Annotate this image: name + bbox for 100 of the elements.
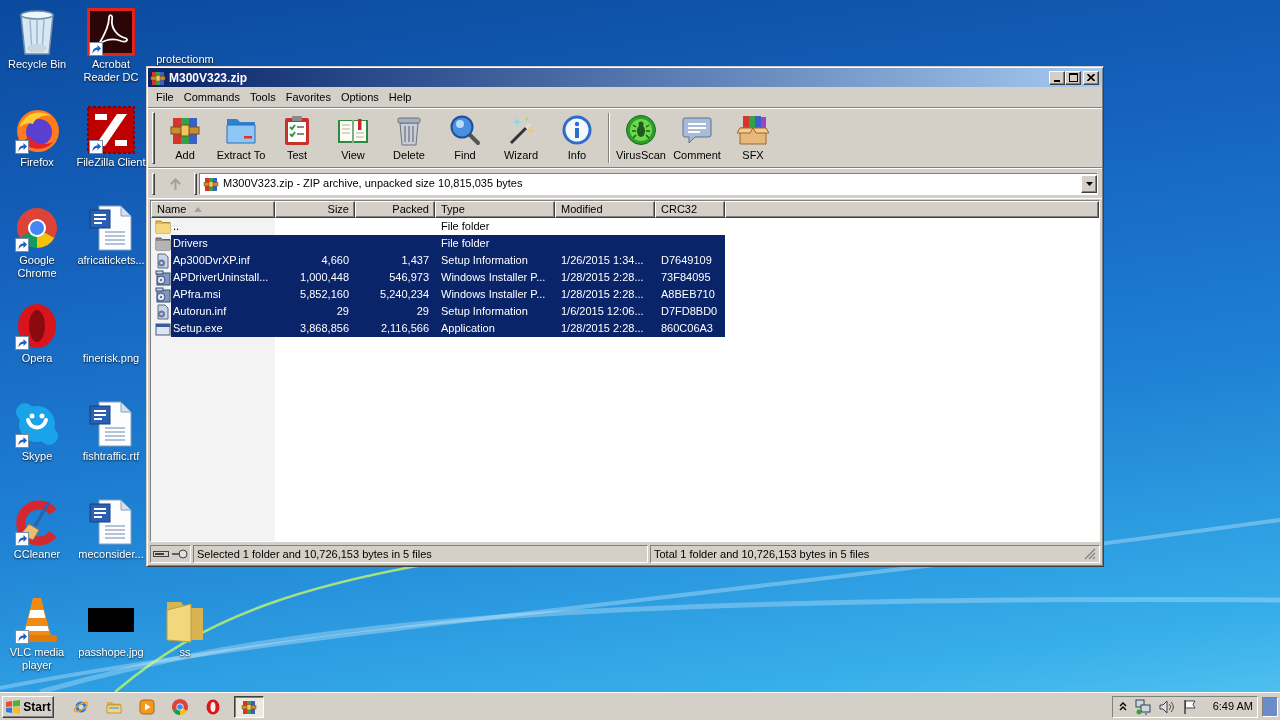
desktop-icon-label[interactable]: Google Chrome: [1, 254, 73, 280]
start-button[interactable]: Start: [2, 695, 54, 718]
toolbar-button[interactable]: View: [325, 110, 381, 166]
file-row[interactable]: APfra.msi 5,852,160 5,240,234 Windows Installer P... 1/28/2015 2:28... A8BEB710: [171, 286, 725, 303]
address-field[interactable]: M300V323.zip - ZIP archive, unpacked size 10,815,035 bytes: [199, 172, 1098, 195]
column-header[interactable]: Packed: [355, 201, 435, 218]
table-cell-text: 1/6/2015 12:06...: [560, 304, 645, 319]
toolbar-button[interactable]: Find: [437, 110, 493, 166]
toolbar-grip[interactable]: [152, 112, 155, 164]
column-header[interactable]: Name: [151, 201, 275, 218]
column-header[interactable]: Size: [275, 201, 355, 218]
menu-item[interactable]: Favorites: [280, 89, 336, 105]
close-button[interactable]: [1083, 70, 1099, 85]
play-icon[interactable]: [138, 698, 155, 715]
toolbar-button[interactable]: Test: [269, 110, 325, 166]
archive-icon: [203, 175, 219, 192]
table-cell-text: 29: [415, 304, 430, 319]
ring-icon[interactable]: [204, 698, 221, 715]
desktop-icon-label[interactable]: Skype: [1, 450, 73, 463]
file-row[interactable]: APDriverUninstall... 1,000,448 546,973 Windows Installer P... 1/28/2015 2:28... 73F84095: [171, 269, 725, 286]
taskbar-button[interactable]: [234, 695, 264, 718]
pdf-reader-icon[interactable]: [87, 8, 135, 56]
file-row[interactable]: Autorun.inf 29 29 Setup Information 1/6/2015 12:06... D7FD8BD0: [171, 303, 725, 320]
menu-item[interactable]: File: [151, 89, 179, 105]
toolbar-button[interactable]: Info: [549, 110, 605, 166]
installer-icon: [155, 269, 171, 286]
gear-document-icon: [155, 303, 171, 320]
column-header[interactable]: Modified: [555, 201, 655, 218]
table-cell-text: 29: [335, 304, 350, 319]
maximize-button[interactable]: [1065, 70, 1081, 85]
file-row[interactable]: Drivers File folder: [171, 235, 725, 252]
books-stack-icon: [241, 698, 257, 715]
table-cell-text: Setup.exe: [172, 321, 224, 336]
folder-icon: [155, 235, 171, 252]
toolbar-grip[interactable]: [152, 172, 155, 195]
table-cell-text: APfra.msi: [172, 287, 222, 302]
status-text: Selected 1 folder and 10,726,153 bytes in 5 files: [197, 546, 432, 562]
file-row[interactable]: .. File folder: [171, 218, 725, 235]
show-desktop-button[interactable]: [1262, 696, 1278, 717]
browser-circle-icon[interactable]: [171, 698, 188, 715]
network-icon[interactable]: [1134, 698, 1151, 715]
desktop-icon-label[interactable]: Recycle Bin: [1, 58, 73, 71]
document-icon[interactable]: [87, 204, 135, 252]
toolbar-button[interactable]: Comment: [669, 110, 725, 166]
table-cell-text: D7FD8BD0: [660, 304, 719, 319]
dropdown-button[interactable]: [1081, 174, 1097, 193]
table-cell-text: 5,240,234: [379, 287, 430, 302]
document-icon[interactable]: [87, 400, 135, 448]
table-cell-text: 1,437: [400, 253, 430, 268]
toolbar-button[interactable]: Wizard: [493, 110, 549, 166]
menu-item[interactable]: Options: [335, 89, 384, 105]
desktop-icon-label[interactable]: protectionm: [149, 53, 221, 66]
image-thumbnail[interactable]: [88, 608, 134, 632]
table-cell-text: 546,973: [388, 270, 430, 285]
menu-item[interactable]: Help: [383, 89, 417, 105]
flag-icon[interactable]: [1182, 698, 1197, 715]
table-cell-text: 1,000,448: [299, 270, 350, 285]
table-cell-text: 3,868,856: [299, 321, 350, 336]
table-cell-text: Application: [440, 321, 496, 336]
menu-item[interactable]: Tools: [245, 89, 281, 105]
table-cell-text: Setup Information: [440, 253, 529, 268]
desktop-icon-label[interactable]: Opera: [1, 352, 73, 365]
folder-icon: [155, 218, 171, 235]
toolbar-button[interactable]: Add: [157, 110, 213, 166]
column-header[interactable]: Type: [435, 201, 555, 218]
toolbar-button[interactable]: Delete: [381, 110, 437, 166]
desktop-icon-label[interactable]: meconsider...: [75, 548, 147, 561]
table-cell-text: Drivers: [172, 236, 209, 251]
document-icon[interactable]: [87, 498, 135, 546]
file-row[interactable]: Ap300DvrXP.inf 4,660 1,437 Setup Information 1/26/2015 1:34... D7649109: [171, 252, 725, 269]
toolbar-button[interactable]: SFX: [725, 110, 781, 166]
table-cell-text: File folder: [440, 219, 491, 234]
speech-bubble-icon: [681, 114, 713, 146]
minimize-button[interactable]: [1049, 70, 1065, 85]
minimize-icon: [1054, 79, 1060, 82]
menu-item[interactable]: Commands: [178, 89, 245, 105]
resize-grip-icon[interactable]: [1084, 548, 1096, 560]
table-cell-text: Ap300DvrXP.inf: [172, 253, 251, 268]
desktop-icon-label[interactable]: Acrobat Reader DC: [75, 58, 147, 84]
toolbar-button[interactable]: Extract To: [213, 110, 269, 166]
speaker-icon[interactable]: [1158, 698, 1175, 715]
file-row[interactable]: Setup.exe 3,868,856 2,116,566 Application 1/28/2015 2:28... 860C06A3: [171, 320, 725, 337]
desktop-icon-label[interactable]: Firefox: [1, 156, 73, 169]
table-cell-text: Setup Information: [440, 304, 529, 319]
desktop-icon-label[interactable]: africatickets...: [75, 254, 147, 267]
striped-tile-icon[interactable]: [87, 106, 135, 154]
table-cell-text: APDriverUninstall...: [172, 270, 270, 285]
installer-icon: [155, 286, 171, 303]
chevron-up-icon[interactable]: [1118, 702, 1127, 711]
desktop-icon-label[interactable]: finerisk.png: [75, 352, 147, 365]
desktop-icon-label[interactable]: CCleaner: [1, 548, 73, 561]
smiley-cloud-icon[interactable]: [13, 400, 61, 448]
close-icon: [1087, 74, 1095, 81]
desktop-icon-label[interactable]: fishtraffic.rtf: [75, 450, 147, 463]
table-cell-text: D7649109: [660, 253, 713, 268]
desktop-icon-label[interactable]: FileZilla Client: [75, 156, 147, 169]
table-cell-text: 1/28/2015 2:28...: [560, 270, 645, 285]
toolbar-button[interactable]: VirusScan: [613, 110, 669, 166]
info-icon: [561, 114, 593, 146]
column-header[interactable]: CRC32: [655, 201, 725, 218]
